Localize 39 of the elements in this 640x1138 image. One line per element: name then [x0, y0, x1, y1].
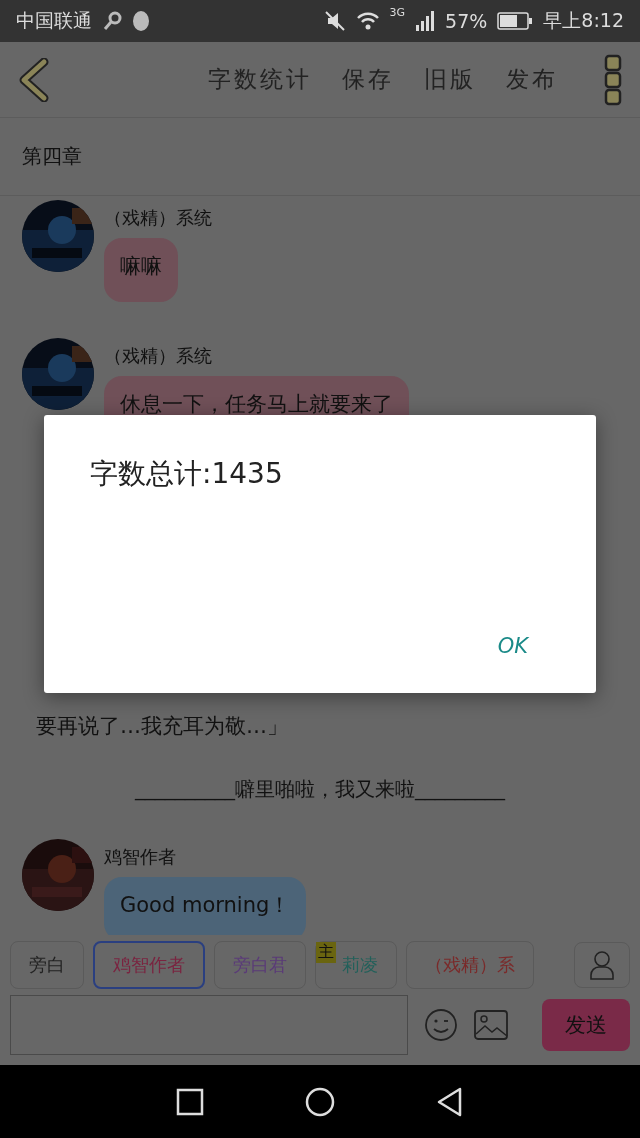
clock: 早上8:12 — [543, 8, 624, 33]
message-input[interactable] — [10, 995, 408, 1055]
menu-button[interactable] — [604, 53, 622, 106]
narration-text: 要再说了…我充耳为敬…」 — [35, 713, 289, 740]
dialog-message: 字数总计:1435 — [90, 456, 283, 492]
character-chip[interactable]: （戏精）系 — [406, 941, 534, 989]
emoji-button[interactable] — [424, 1008, 458, 1042]
character-chip[interactable]: 旁白 — [10, 941, 84, 989]
toolbar-action[interactable]: 旧版 — [424, 60, 476, 99]
sender-name: 鸡智作者 — [104, 845, 176, 869]
back-button[interactable] — [18, 57, 50, 102]
message-bubble: Good morning！ — [104, 877, 307, 935]
battery-percent: 57% — [445, 10, 488, 32]
image-button[interactable] — [474, 1010, 508, 1040]
main-badge: 主 — [316, 942, 336, 963]
person-icon — [589, 950, 615, 980]
wifi-icon — [355, 11, 380, 31]
network-type: 3G — [389, 6, 406, 19]
ok-button[interactable]: OK — [491, 633, 534, 659]
key-icon — [102, 11, 122, 31]
mute-icon — [323, 10, 346, 32]
scene-divider-text: __________噼里啪啦，我又来啦_________ — [133, 776, 507, 803]
battery-icon — [497, 12, 534, 30]
carrier-name: 中国联通 — [16, 8, 92, 33]
chapter-title: 第四章 — [22, 143, 82, 170]
sender-name: （戏精）系统 — [104, 344, 212, 368]
toolbar-action[interactable]: 保存 — [342, 60, 394, 99]
toolbar-action[interactable]: 字数统计 — [208, 60, 312, 99]
character-chip[interactable]: 主 莉凌 — [315, 941, 397, 989]
send-button[interactable]: 发送 — [542, 999, 630, 1051]
toolbar-action[interactable]: 发布 — [506, 60, 558, 99]
profile-button[interactable] — [574, 942, 630, 988]
square-nav-icon[interactable] — [176, 1087, 204, 1116]
home-circle-icon[interactable] — [304, 1085, 336, 1118]
message-bubble: 嘛嘛 — [104, 238, 178, 302]
character-chip[interactable]: 鸡智作者 — [93, 941, 205, 989]
back-triangle-icon[interactable] — [436, 1086, 464, 1117]
signal-icon — [415, 11, 436, 31]
sender-name: （戏精）系统 — [104, 206, 212, 230]
